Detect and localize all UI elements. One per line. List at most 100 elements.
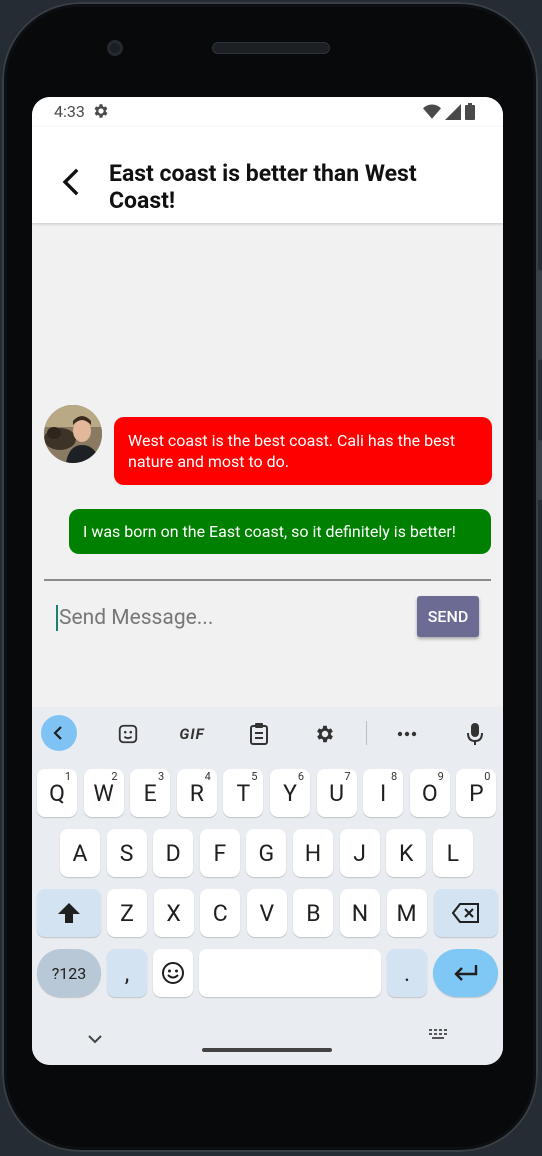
clipboard-icon[interactable] bbox=[246, 717, 272, 751]
settings-icon bbox=[92, 102, 110, 124]
key-label: K bbox=[398, 839, 414, 867]
gear-icon[interactable] bbox=[312, 717, 338, 751]
status-icons bbox=[423, 103, 475, 120]
key-hint: 5 bbox=[251, 770, 258, 783]
comma-key[interactable]: , bbox=[107, 949, 147, 997]
key-y[interactable]: Y6 bbox=[270, 769, 310, 817]
key-i[interactable]: I8 bbox=[363, 769, 404, 817]
text-cursor bbox=[56, 605, 58, 631]
wifi-icon bbox=[423, 104, 441, 119]
key-hint: 3 bbox=[158, 770, 165, 783]
key-label: I bbox=[380, 779, 387, 807]
key-o[interactable]: O9 bbox=[409, 769, 450, 817]
key-b[interactable]: B bbox=[293, 889, 334, 937]
key-s[interactable]: S bbox=[106, 829, 147, 877]
message-input-placeholder: Send Message... bbox=[59, 606, 214, 630]
key-j[interactable]: J bbox=[339, 829, 380, 877]
mic-icon[interactable] bbox=[462, 717, 488, 751]
key-h[interactable]: H bbox=[293, 829, 333, 877]
page-title: East coast is better than West Coast! bbox=[109, 160, 417, 214]
key-label: V bbox=[259, 899, 275, 927]
key-k[interactable]: K bbox=[386, 829, 427, 877]
backspace-key[interactable] bbox=[434, 889, 498, 937]
key-z[interactable]: Z bbox=[107, 889, 147, 937]
key-hint: 6 bbox=[297, 770, 304, 783]
volume-button bbox=[537, 440, 542, 500]
key-r[interactable]: R4 bbox=[176, 769, 217, 817]
key-hint: 9 bbox=[437, 770, 444, 783]
arrow-back-icon[interactable] bbox=[56, 167, 86, 197]
key-label: L bbox=[446, 839, 459, 867]
key-label: E bbox=[143, 779, 157, 807]
key-label: O bbox=[421, 779, 438, 807]
key-e[interactable]: E3 bbox=[130, 769, 171, 817]
key-l[interactable]: L bbox=[432, 829, 473, 877]
key-hint: 7 bbox=[344, 770, 351, 783]
key-label: P bbox=[469, 779, 484, 807]
signal-icon bbox=[445, 103, 461, 120]
key-w[interactable]: W2 bbox=[83, 769, 124, 817]
composer-divider bbox=[44, 579, 491, 581]
message-bubble-received: West coast is the best coast. Cali has t… bbox=[114, 417, 492, 485]
key-q[interactable]: Q1 bbox=[37, 769, 77, 817]
key-label: B bbox=[306, 899, 321, 927]
emoji-key[interactable] bbox=[153, 949, 193, 997]
key-p[interactable]: P0 bbox=[456, 769, 497, 817]
app-bar: East coast is better than West Coast! bbox=[32, 127, 503, 223]
screen: 4:33 East coast is better than West Coas… bbox=[32, 97, 503, 1065]
chevron-down-icon[interactable] bbox=[87, 1029, 103, 1048]
key-f[interactable]: F bbox=[199, 829, 240, 877]
key-label: T bbox=[236, 779, 251, 807]
key-hint: 1 bbox=[64, 770, 71, 783]
key-label: F bbox=[213, 839, 227, 867]
key-label: C bbox=[212, 899, 228, 927]
key-a[interactable]: A bbox=[60, 829, 100, 877]
key-label: U bbox=[329, 779, 345, 807]
front-camera bbox=[107, 40, 123, 56]
space-key[interactable] bbox=[199, 949, 381, 997]
send-button[interactable]: SEND bbox=[417, 596, 479, 637]
more-icon[interactable] bbox=[394, 717, 420, 751]
status-bar: 4:33 bbox=[32, 97, 503, 127]
key-label: D bbox=[165, 839, 181, 867]
key-label: Q bbox=[49, 779, 65, 807]
key-label: M bbox=[396, 899, 417, 927]
key-m[interactable]: M bbox=[386, 889, 427, 937]
avatar bbox=[44, 405, 102, 463]
gif-button[interactable]: GIF bbox=[174, 717, 210, 751]
key-label: W bbox=[93, 779, 114, 807]
key-v[interactable]: V bbox=[246, 889, 287, 937]
key-hint: 4 bbox=[204, 770, 211, 783]
period-key[interactable]: . bbox=[387, 949, 427, 997]
key-label: G bbox=[258, 839, 275, 867]
battery-icon bbox=[465, 103, 475, 120]
key-label: X bbox=[166, 899, 181, 927]
message-input[interactable]: Send Message... bbox=[56, 601, 416, 635]
key-n[interactable]: N bbox=[340, 889, 380, 937]
keyboard-switch-icon[interactable] bbox=[428, 1027, 448, 1046]
toolbar-separator bbox=[366, 721, 367, 745]
key-x[interactable]: X bbox=[153, 889, 194, 937]
key-d[interactable]: D bbox=[153, 829, 194, 877]
symbols-key[interactable]: ?123 bbox=[37, 949, 101, 997]
key-hint: 2 bbox=[111, 770, 118, 783]
home-gesture-bar[interactable] bbox=[202, 1048, 332, 1052]
key-label: H bbox=[304, 839, 322, 867]
key-label: Y bbox=[283, 779, 297, 807]
sticker-icon[interactable] bbox=[114, 717, 142, 751]
key-u[interactable]: U7 bbox=[316, 769, 357, 817]
keyboard-toolbar: GIF bbox=[32, 707, 503, 759]
shift-key[interactable] bbox=[37, 889, 101, 937]
key-label: R bbox=[189, 779, 204, 807]
message-bubble-sent: I was born on the East coast, so it defi… bbox=[69, 509, 491, 554]
key-g[interactable]: G bbox=[246, 829, 287, 877]
key-label: Z bbox=[120, 899, 134, 927]
key-c[interactable]: C bbox=[200, 889, 241, 937]
earpiece-speaker bbox=[212, 42, 330, 54]
key-label: S bbox=[119, 839, 134, 867]
key-label: J bbox=[353, 839, 366, 867]
status-time: 4:33 bbox=[54, 102, 85, 121]
enter-key[interactable] bbox=[433, 949, 498, 997]
chevron-left-icon[interactable] bbox=[41, 715, 77, 751]
key-t[interactable]: T5 bbox=[223, 769, 264, 817]
